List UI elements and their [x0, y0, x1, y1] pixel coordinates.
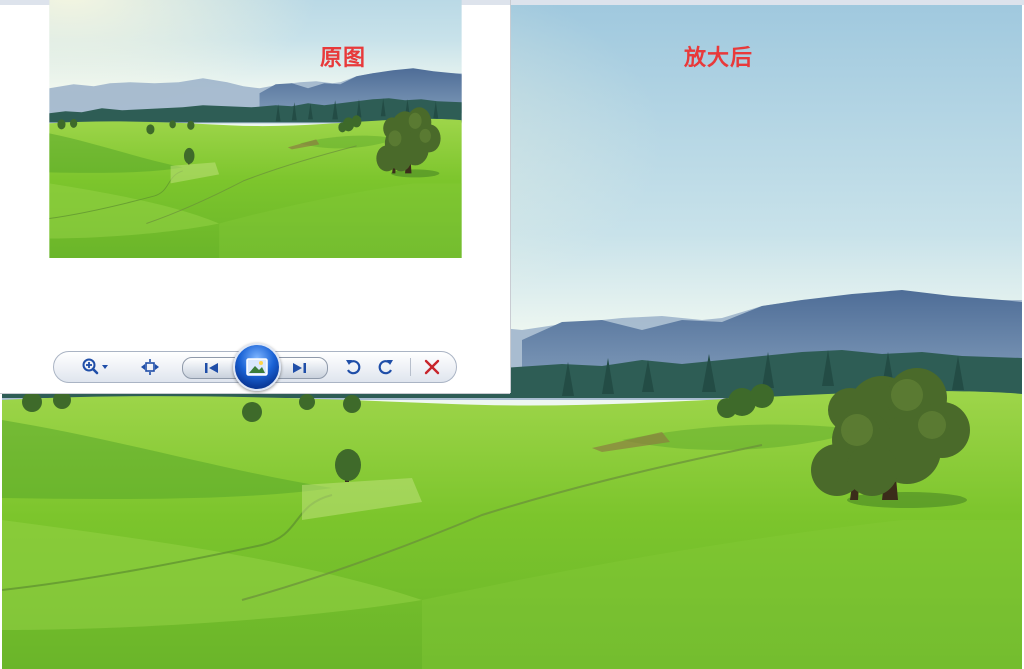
photo-viewer-window: 原图 [0, 0, 510, 393]
rotate-counterclockwise-icon [346, 360, 361, 375]
toolbar-separator [410, 358, 411, 376]
slideshow-button[interactable] [233, 343, 281, 391]
caption-original: 原图 [320, 46, 367, 71]
next-icon [293, 363, 306, 373]
actual-size-button[interactable] [136, 355, 164, 379]
rotate-clockwise-icon [378, 360, 393, 375]
landscape-photo-original [2, 0, 509, 335]
enlarged-window-top-border [510, 0, 1024, 5]
zoom-in-icon [82, 358, 108, 375]
rotate-counterclockwise-button[interactable] [339, 355, 367, 379]
actual-size-icon [141, 359, 159, 375]
delete-icon [424, 359, 440, 375]
previous-icon [205, 363, 218, 373]
slideshow-icon [246, 358, 268, 376]
rotate-clockwise-button[interactable] [372, 355, 400, 379]
zoom-button[interactable] [78, 355, 116, 379]
viewer-toolbar [53, 343, 457, 391]
caption-enlarged: 放大后 [684, 46, 754, 71]
delete-button[interactable] [418, 355, 446, 379]
